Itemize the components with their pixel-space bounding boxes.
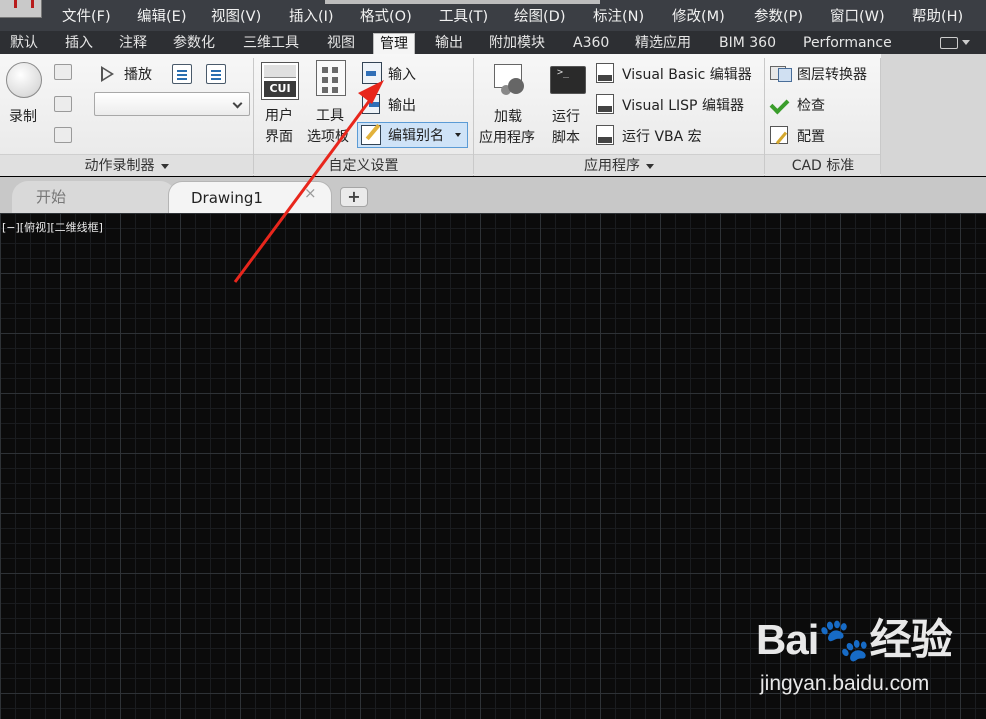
insert-message-icon[interactable] [54, 64, 72, 80]
tab-output[interactable]: 输出 [435, 33, 463, 54]
tab-default[interactable]: 默认 [10, 33, 38, 54]
run-script-label-2[interactable]: 脚本 [552, 127, 580, 147]
menu-modify[interactable]: 修改(M) [672, 6, 725, 28]
watermark-logo: Bai🐾经验 [756, 616, 953, 663]
user-interface-label-1[interactable]: 用户 [265, 105, 293, 125]
check-label[interactable]: 检查 [797, 95, 825, 115]
menu-edit[interactable]: 编辑(E) [137, 6, 186, 28]
run-vba-icon[interactable] [596, 125, 614, 145]
layer-translator-label[interactable]: 图层转换器 [797, 64, 867, 84]
lisp-editor-label[interactable]: Visual LISP 编辑器 [622, 95, 744, 115]
new-tab-button[interactable]: + [340, 187, 368, 207]
menu-window[interactable]: 窗口(W) [830, 6, 885, 28]
import-icon[interactable] [362, 62, 382, 84]
layer-translator-icon[interactable] [770, 64, 792, 82]
edit-aliases-dropdown-icon[interactable] [455, 133, 461, 137]
menu-bar: 文件(F) 编辑(E) 视图(V) 插入(I) 格式(O) 工具(T) 绘图(D… [0, 0, 986, 31]
panel-title-text: 应用程序 [584, 158, 640, 174]
ribbon-panel-area: 录制 播放 动作录制器 CUI 用户 界面 工具 选项板 输入 输出 编辑别名 … [0, 54, 986, 176]
ribbon-tab-bar: 默认 插入 注释 参数化 三维工具 视图 管理 输出 附加模块 A360 精选应… [0, 31, 986, 54]
export-icon[interactable] [362, 94, 380, 114]
export-label[interactable]: 输出 [388, 95, 416, 115]
chevron-down-icon [232, 98, 243, 109]
menu-help[interactable]: 帮助(H) [912, 6, 963, 28]
load-application-label-2[interactable]: 应用程序 [479, 127, 535, 147]
panel-title-text: 自定义设置 [328, 158, 399, 174]
menu-draw[interactable]: 绘图(D) [514, 6, 565, 28]
play-label[interactable]: 播放 [124, 64, 152, 84]
macro-select[interactable] [94, 92, 250, 116]
request-input-icon[interactable] [54, 96, 72, 112]
tool-palettes-icon[interactable] [316, 60, 346, 96]
title-strip [325, 0, 600, 4]
run-vba-label[interactable]: 运行 VBA 宏 [622, 126, 702, 146]
close-tab-icon[interactable]: × [304, 182, 317, 204]
plus-icon: + [347, 187, 361, 206]
document-tab-bar: 开始 Drawing1 [0, 177, 986, 213]
cui-icon-text: CUI [264, 81, 296, 97]
doc-tab-start[interactable]: 开始 [12, 181, 176, 213]
import-label[interactable]: 输入 [388, 64, 416, 84]
load-application-label-1[interactable]: 加载 [494, 106, 522, 126]
application-menu-button[interactable] [0, 0, 42, 18]
edit-aliases-icon [361, 125, 381, 145]
tab-a360[interactable]: A360 [573, 33, 609, 54]
user-interface-icon[interactable]: CUI [261, 62, 299, 100]
panel-title-cad-standards: CAD 标准 [765, 154, 881, 176]
run-script-label-1[interactable]: 运行 [552, 106, 580, 126]
tool-palettes-label-2[interactable]: 选项板 [307, 126, 349, 146]
menu-format[interactable]: 格式(O) [360, 6, 412, 28]
tab-insert[interactable]: 插入 [65, 33, 93, 54]
ribbon-minimize-icon[interactable] [940, 37, 970, 49]
tab-3d-tools[interactable]: 三维工具 [243, 33, 299, 54]
menu-insert[interactable]: 插入(I) [289, 6, 334, 28]
dropdown-arrow-icon [646, 163, 654, 169]
configure-label[interactable]: 配置 [797, 126, 825, 146]
menu-parametric[interactable]: 参数(P) [754, 6, 803, 28]
tab-parametric[interactable]: 参数化 [173, 33, 215, 54]
watermark-url: jingyan.baidu.com [760, 672, 930, 695]
lisp-editor-icon[interactable] [596, 94, 614, 114]
doc-tab-drawing1-label: Drawing1 [191, 189, 263, 207]
tab-annotate[interactable]: 注释 [119, 33, 147, 54]
tab-addins[interactable]: 附加模块 [489, 33, 545, 54]
tab-bim360[interactable]: BIM 360 [719, 33, 776, 54]
edit-aliases-label: 编辑别名 [388, 128, 444, 144]
vba-editor-icon[interactable] [596, 63, 614, 83]
doc-tab-start-label: 开始 [36, 188, 67, 206]
insert-base-point-icon[interactable] [54, 127, 72, 143]
panel-title-text: CAD 标准 [791, 158, 855, 174]
record-label[interactable]: 录制 [9, 106, 37, 126]
panel-title-customization: 自定义设置 [254, 154, 473, 176]
tab-view[interactable]: 视图 [327, 33, 355, 54]
menu-view[interactable]: 视图(V) [211, 6, 261, 28]
tool-palettes-label-1[interactable]: 工具 [316, 105, 344, 125]
tab-featured-apps[interactable]: 精选应用 [635, 33, 691, 54]
panel-title-text: 动作录制器 [84, 158, 155, 174]
check-icon[interactable] [770, 96, 788, 112]
dropdown-arrow-icon [160, 163, 169, 169]
manage-macros-icon[interactable] [206, 64, 226, 84]
play-icon[interactable] [100, 66, 116, 82]
viewport-controls[interactable]: [−][俯视][二维线框] [2, 219, 103, 235]
load-application-icon[interactable] [490, 62, 526, 98]
configure-icon[interactable] [770, 126, 788, 144]
user-interface-label-2[interactable]: 界面 [265, 126, 293, 146]
panel-title-applications[interactable]: 应用程序 [474, 154, 764, 176]
tab-manage[interactable]: 管理 [373, 33, 415, 54]
tab-performance[interactable]: Performance [803, 33, 892, 54]
panel-title-action-recorder[interactable]: 动作录制器 [0, 154, 253, 176]
vb-editor-label[interactable]: Visual Basic 编辑器 [622, 64, 752, 84]
menu-file[interactable]: 文件(F) [62, 6, 111, 28]
record-icon[interactable] [6, 62, 42, 98]
panel-divider [880, 58, 881, 174]
menu-tools[interactable]: 工具(T) [439, 6, 488, 28]
baidu-jingyan-watermark: Bai🐾经验 jingyan.baidu.com [752, 606, 982, 710]
ribbon-empty-area [881, 54, 986, 176]
menu-dimension[interactable]: 标注(N) [593, 6, 644, 28]
preferences-icon[interactable] [172, 64, 192, 84]
run-script-icon[interactable]: >_ [550, 66, 586, 94]
